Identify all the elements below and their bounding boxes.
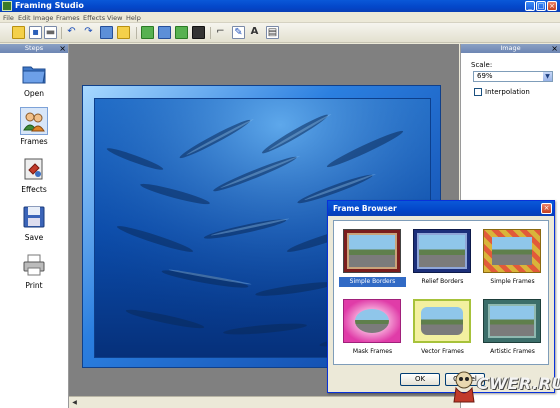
steps-panel: Steps × Open Frames Effects Save Print [0,44,69,408]
watermark-logo: CWER.RU [447,368,560,406]
frame-thumb-label: Mask Frames [352,348,393,355]
watermark-text: CWER.RU [477,374,560,393]
minimize-button[interactable]: _ [525,1,535,11]
steps-panel-header: Steps × [0,44,68,53]
step-frames-label: Frames [20,137,48,146]
image-icon[interactable] [175,26,188,39]
steps-panel-title: Steps [24,44,44,52]
frame-thumb-label: Simple Borders [339,277,406,287]
frame-thumb-label: Vector Frames [421,348,464,355]
frame-thumb-label: Artistic Frames [490,348,535,355]
frame-thumb-image [343,299,401,343]
toolbar: ▪ ▬ ↶ ↷ ⌐ ✎ A ▤ [0,23,560,43]
frame-thumb-mask-frames[interactable]: Mask Frames [339,296,406,362]
step-effects[interactable]: Effects [0,156,68,194]
image-panel-title: Image [500,44,521,52]
image-panel-close-icon[interactable]: × [551,44,558,53]
canvas-horizontal-scrollbar[interactable]: ◀ [69,396,459,408]
folder-icon [21,60,47,86]
ok-button[interactable]: OK [400,373,440,386]
scale-value: 69% [477,72,493,80]
menu-effects[interactable]: Effects [83,14,105,22]
frame-thumb-image [483,299,541,343]
open-icon[interactable]: ▪ [29,26,42,39]
people-icon [20,107,48,135]
chevron-down-icon[interactable]: ▼ [543,72,552,81]
redo-icon[interactable]: ↷ [83,26,96,39]
frame-thumb-label: Relief Borders [421,278,464,285]
frame-thumb-label: Simple Frames [490,278,535,285]
rotate-icon[interactable]: ⌐ [215,26,228,39]
toolbar-separator [136,27,137,39]
print-icon[interactable]: ▬ [44,26,57,39]
step-frames[interactable]: Frames [0,107,68,146]
step-open-label: Open [23,89,45,98]
menu-view[interactable]: View [107,14,122,22]
step-open[interactable]: Open [0,60,68,98]
frame-thumb-relief-borders[interactable]: Relief Borders [409,226,476,292]
image-panel-header: Image × [461,44,560,53]
step-save-label: Save [24,233,44,242]
scale-dropdown[interactable]: 69% ▼ [473,71,553,82]
crop-icon[interactable] [192,26,205,39]
paste-icon[interactable] [117,26,130,39]
steps-panel-close-icon[interactable]: × [59,44,66,53]
menu-image[interactable]: Image [33,14,53,22]
undo-icon[interactable]: ↶ [66,26,79,39]
step-save[interactable]: Save [0,204,68,242]
close-button[interactable]: × [547,1,557,11]
frame-thumb-artistic-frames[interactable]: Artistic Frames [479,296,546,362]
frame-thumb-vector-frames[interactable]: Vector Frames [409,296,476,362]
interpolation-label: Interpolation [485,88,530,96]
edit-icon[interactable]: ✎ [232,26,245,39]
menu-file[interactable]: File [3,14,14,22]
step-effects-label: Effects [21,185,47,194]
frame-icon[interactable] [141,26,154,39]
effects-icon [21,156,47,182]
app-icon [2,1,12,11]
frame-thumb-image [343,229,401,273]
maximize-button[interactable]: □ [536,1,546,11]
new-icon[interactable] [12,26,25,39]
floppy-icon [21,204,47,230]
menu-help[interactable]: Help [126,14,141,22]
window-title: Framing Studio [15,1,84,10]
toolbar-separator [210,27,211,39]
frame-thumb-image [483,229,541,273]
scale-label: Scale: [471,61,493,69]
frame-thumb-simple-frames[interactable]: Simple Frames [479,226,546,292]
interpolation-checkbox[interactable] [474,88,482,96]
menu-bar: File Edit Image Frames Effects View Help [0,12,560,23]
step-print-label: Print [25,281,43,290]
frame-browser-title: Frame Browser [328,201,554,216]
toolbar-separator [61,27,62,39]
step-print[interactable]: Print [0,252,68,290]
frame-thumbnail-list: Simple Borders Relief Borders Simple Fra… [333,220,549,365]
frame-thumb-image [413,299,471,343]
menu-frames[interactable]: Frames [56,14,80,22]
frame-browser-close-button[interactable]: × [541,203,552,214]
border-icon[interactable] [158,26,171,39]
text-icon[interactable]: A [249,26,262,39]
frame-thumb-image [413,229,471,273]
title-bar: Framing Studio _ □ × [0,0,560,12]
copy-icon[interactable] [100,26,113,39]
scroll-left-icon[interactable]: ◀ [70,399,79,407]
mascot-icon [453,371,475,403]
frame-thumb-simple-borders[interactable]: Simple Borders [339,226,406,292]
size-icon[interactable]: ▤ [266,26,279,39]
frame-browser-dialog: Frame Browser × Simple Borders Relief Bo… [327,200,555,393]
menu-edit[interactable]: Edit [18,14,31,22]
printer-icon [21,252,47,278]
